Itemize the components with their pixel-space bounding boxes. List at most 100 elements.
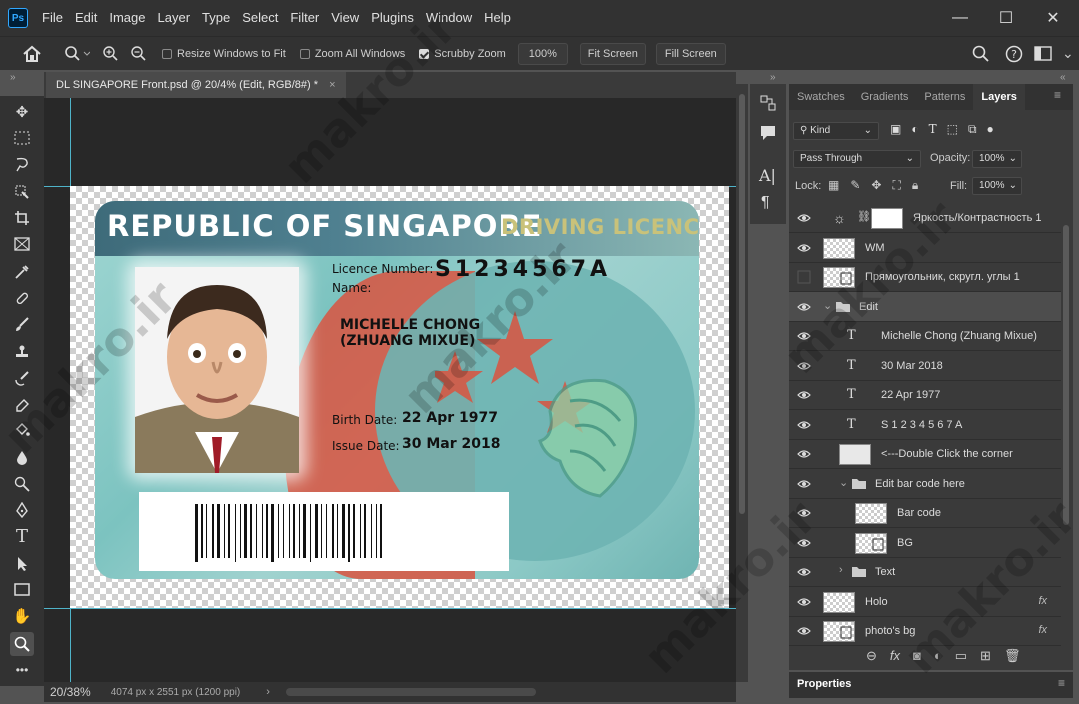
menu-type[interactable]: Type [196,0,236,36]
layer-effects-icon[interactable]: fx [890,648,900,664]
pen-tool-icon[interactable] [10,498,34,522]
layer-row[interactable]: T S 1 2 3 4 5 6 7 A [789,410,1061,440]
zoom-all-checkbox[interactable]: Zoom All Windows [299,48,405,60]
clone-stamp-tool-icon[interactable] [10,340,34,364]
menu-window[interactable]: Window [420,0,478,36]
delete-layer-icon[interactable]: 🗑︎ [1004,648,1021,664]
healing-brush-tool-icon[interactable] [10,286,34,310]
layer-effects-badge[interactable]: fx [1038,595,1047,607]
frame-tool-icon[interactable] [10,232,34,256]
hand-tool-icon[interactable]: ✋ [10,604,34,628]
scrubby-zoom-checkbox[interactable]: Scrubby Zoom [419,48,506,60]
canvas-scrollbar[interactable] [736,84,748,682]
collapse-toolbar-icon[interactable]: » [10,72,16,83]
eraser-tool-icon[interactable] [10,392,34,416]
filter-pixel-icon[interactable]: ▣ [890,122,901,137]
menu-edit[interactable]: Edit [69,0,103,36]
layer-row[interactable]: WM [789,233,1061,263]
filter-type-icon[interactable]: T [929,122,937,137]
lock-image-icon[interactable]: ✎ [850,178,860,193]
crop-tool-icon[interactable] [10,206,34,230]
layer-thumbnail[interactable] [823,237,855,259]
chevron-down-icon[interactable]: ⌄ [823,299,832,312]
paint-bucket-tool-icon[interactable] [10,418,34,442]
dodge-tool-icon[interactable] [10,472,34,496]
layer-effects-badge[interactable]: fx [1038,624,1047,636]
workspace-icon[interactable] [1034,46,1052,62]
visibility-eye-icon[interactable] [797,388,811,402]
home-icon[interactable] [22,45,42,63]
layer-thumbnail[interactable] [823,591,855,613]
menu-select[interactable]: Select [236,0,284,36]
lock-all-icon[interactable]: 🔒︎ [912,178,918,193]
help-icon[interactable]: ? [1005,45,1023,63]
chevron-down-icon[interactable]: ⌄ [1062,45,1074,62]
menu-plugins[interactable]: Plugins [365,0,420,36]
move-tool-icon[interactable]: ✥ [10,100,34,124]
expand-panels-icon[interactable]: « [1060,72,1066,83]
more-tools-icon[interactable]: ••• [10,658,34,682]
zoom-in-icon[interactable] [102,45,120,63]
blend-mode-select[interactable]: Pass Through ⌄ [793,150,921,168]
chevron-right-icon[interactable]: › [839,564,843,576]
layer-mask-icon[interactable]: ◙ [913,648,921,664]
tab-gradients[interactable]: Gradients [853,84,917,110]
layer-row[interactable]: ☼ ⛓ Яркость/Контрастность 1 [789,203,1061,233]
layer-row[interactable]: T 30 Mar 2018 [789,351,1061,381]
tab-layers[interactable]: Layers [973,84,1025,110]
menu-layer[interactable]: Layer [152,0,197,36]
lock-transparency-icon[interactable]: ▦ [828,178,839,193]
horizontal-scrollbar[interactable] [285,688,536,696]
marquee-tool-icon[interactable] [10,126,34,150]
layer-row[interactable]: Bar code [789,498,1061,528]
fit-screen-button[interactable]: Fit Screen [579,42,646,65]
fill-screen-button[interactable]: Fill Screen [655,42,726,65]
chevron-down-icon[interactable]: ⌄ [839,476,848,489]
new-group-icon[interactable]: ▭ [955,648,967,664]
layer-row[interactable]: › Text [789,557,1061,587]
visibility-eye-icon[interactable] [797,565,811,579]
menu-file[interactable]: File [36,0,69,36]
filter-smart-object-icon[interactable]: ⧉ [968,122,977,137]
menu-image[interactable]: Image [103,0,151,36]
layer-mask-thumbnail[interactable] [871,208,903,229]
visibility-eye-icon[interactable] [797,536,811,550]
layer-thumbnail[interactable] [823,267,855,288]
rectangle-tool-icon[interactable] [10,578,34,602]
blur-tool-icon[interactable] [10,446,34,470]
visibility-eye-icon[interactable] [797,211,811,225]
layer-row[interactable]: photo's bg fx [789,616,1061,646]
path-selection-tool-icon[interactable] [10,552,34,576]
visibility-hidden-icon[interactable] [797,270,811,284]
type-tool-icon[interactable]: T [10,524,34,548]
layer-thumbnail[interactable] [839,444,871,465]
link-layers-icon[interactable]: ⊖ [866,648,877,664]
zoom-value-field[interactable]: 100% [517,42,568,65]
layer-thumbnail[interactable] [855,503,887,524]
layer-row[interactable]: <---Double Click the corner [789,439,1061,469]
panel-menu-icon[interactable]: ≡ [1054,88,1061,102]
document-tab[interactable]: DL SINGAPORE Front.psd @ 20/4% (Edit, RG… [46,72,346,98]
tab-swatches[interactable]: Swatches [789,84,853,110]
filter-shape-icon[interactable]: ⬚ [947,122,958,137]
visibility-eye-icon[interactable] [797,624,811,638]
maximize-button[interactable]: ☐ [983,0,1029,36]
properties-panel-tab[interactable]: Properties [789,672,1073,698]
visibility-eye-icon[interactable] [797,241,811,255]
visibility-eye-icon[interactable] [797,595,811,609]
visibility-eye-icon[interactable] [797,477,811,491]
layer-row[interactable]: T 22 Apr 1977 [789,380,1061,410]
minimize-button[interactable]: — [937,0,983,36]
layer-filter-kind[interactable]: ⚲ Kind ⌄ [793,122,879,140]
layer-thumbnail[interactable] [855,532,887,554]
brush-tool-icon[interactable] [10,312,34,336]
lock-artboard-icon[interactable]: ⛶ [892,178,900,193]
visibility-eye-icon[interactable] [797,418,811,432]
layer-row[interactable]: ⌄ Edit bar code here [789,469,1061,499]
history-panel-icon[interactable] [759,94,777,112]
properties-menu-icon[interactable]: ≡ [1058,676,1065,690]
scrollbar-thumb[interactable] [739,94,745,514]
paragraph-panel-icon[interactable]: ¶ [761,194,770,212]
close-tab-icon[interactable]: × [329,79,335,91]
object-select-tool-icon[interactable] [10,180,34,204]
